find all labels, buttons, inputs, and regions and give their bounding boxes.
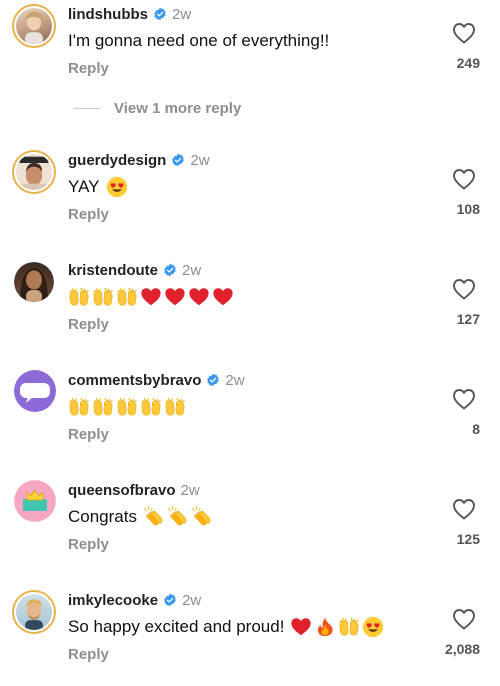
comment-text: Congrats bbox=[68, 505, 215, 529]
red-heart-emoji-icon bbox=[291, 618, 312, 636]
timestamp: 2w bbox=[180, 481, 200, 499]
username-link[interactable]: guerdydesign bbox=[68, 152, 166, 169]
heart-icon[interactable] bbox=[452, 278, 476, 300]
heart-icon[interactable] bbox=[452, 608, 476, 630]
raising-hands-emoji-icon bbox=[117, 397, 137, 416]
like-count: 127 bbox=[456, 311, 480, 327]
raising-hands-emoji-icon bbox=[93, 287, 113, 306]
comment-header: guerdydesign 2w bbox=[68, 150, 210, 170]
verified-badge-icon bbox=[164, 263, 176, 277]
verified-badge-icon bbox=[172, 153, 185, 167]
comment-item: guerdydesign 2w YAY Reply 108 bbox=[0, 146, 500, 246]
comment-item: commentsbybravo 2w Reply 8 bbox=[0, 366, 500, 466]
red-heart-emoji-icon bbox=[213, 288, 233, 306]
red-heart-emoji-icon bbox=[165, 288, 185, 306]
comment-header: commentsbybravo 2w bbox=[68, 370, 245, 390]
crown-logo-icon bbox=[14, 480, 56, 522]
verified-badge-icon bbox=[164, 593, 176, 607]
like-count: 8 bbox=[472, 421, 480, 437]
avatar[interactable] bbox=[12, 590, 56, 634]
raising-hands-emoji-icon bbox=[69, 287, 89, 306]
comment-text: YAY bbox=[68, 175, 130, 199]
comments-by-bravo-logo bbox=[14, 370, 56, 412]
avatar[interactable] bbox=[14, 480, 56, 522]
username-link[interactable]: lindshubbs bbox=[68, 6, 148, 23]
timestamp: 2w bbox=[182, 261, 202, 279]
like-count: 249 bbox=[456, 55, 480, 71]
raising-hands-emoji-icon bbox=[69, 397, 89, 416]
comment-text-content: I'm gonna need one of everything!! bbox=[68, 31, 330, 50]
avatar[interactable] bbox=[12, 150, 56, 194]
like-count: 125 bbox=[456, 531, 480, 547]
verified-badge-icon bbox=[207, 373, 220, 387]
comment-text: So happy excited and proud! bbox=[68, 615, 386, 639]
raising-hands-emoji-icon bbox=[141, 397, 161, 416]
raising-hands-emoji-icon bbox=[117, 287, 137, 306]
reply-button[interactable]: Reply bbox=[68, 316, 109, 333]
heart-icon[interactable] bbox=[452, 168, 476, 190]
reply-button[interactable]: Reply bbox=[68, 646, 109, 663]
clapping-hands-emoji-icon bbox=[144, 506, 163, 526]
comment-header: imkylecooke 2w bbox=[68, 590, 201, 610]
username-link[interactable]: kristendoute bbox=[68, 262, 158, 279]
comment-text-content: YAY bbox=[68, 177, 100, 196]
comment-text-content: So happy excited and proud! bbox=[68, 617, 285, 636]
comment-text bbox=[68, 395, 188, 419]
like-count: 2,088 bbox=[444, 641, 480, 657]
heart-eyes-emoji-icon bbox=[363, 616, 384, 638]
comment-item: kristendoute 2w Reply 127 bbox=[0, 256, 500, 356]
avatar[interactable] bbox=[14, 262, 54, 302]
timestamp: 2w bbox=[182, 591, 202, 609]
comment-text: I'm gonna need one of everything!! bbox=[68, 29, 329, 53]
comment-item: queensofbravo 2w Congrats Reply 125 bbox=[0, 476, 500, 576]
like-count: 108 bbox=[456, 201, 480, 217]
reply-button[interactable]: Reply bbox=[68, 536, 109, 553]
username-link[interactable]: imkylecooke bbox=[68, 592, 158, 609]
reply-button[interactable]: Reply bbox=[68, 60, 109, 77]
view-more-replies-label: View 1 more reply bbox=[114, 99, 242, 117]
comment-text-content: Congrats bbox=[68, 507, 137, 526]
comment-header: kristendoute 2w bbox=[68, 260, 201, 280]
fire-emoji-icon bbox=[318, 617, 333, 637]
heart-icon[interactable] bbox=[452, 388, 476, 410]
username-link[interactable]: commentsbybravo bbox=[68, 372, 201, 389]
heart-icon[interactable] bbox=[452, 22, 476, 44]
avatar[interactable] bbox=[12, 4, 56, 48]
red-heart-emoji-icon bbox=[141, 288, 161, 306]
comment-item: imkylecooke 2w So happy excited and prou… bbox=[0, 586, 500, 686]
raising-hands-emoji-icon bbox=[339, 617, 360, 636]
clapping-hands-emoji-icon bbox=[192, 506, 211, 526]
view-more-replies-button[interactable]: View 1 more reply bbox=[68, 97, 241, 119]
comment-header: queensofbravo 2w bbox=[68, 480, 200, 500]
timestamp: 2w bbox=[172, 5, 192, 23]
reply-button[interactable]: Reply bbox=[68, 426, 109, 443]
username-link[interactable]: queensofbravo bbox=[68, 482, 176, 499]
comment-item: lindshubbs 2w I'm gonna need one of ever… bbox=[0, 0, 500, 100]
divider bbox=[74, 107, 100, 109]
red-heart-emoji-icon bbox=[189, 288, 209, 306]
reply-button[interactable]: Reply bbox=[68, 206, 109, 223]
heart-icon[interactable] bbox=[452, 498, 476, 520]
clapping-hands-emoji-icon bbox=[168, 506, 187, 526]
verified-badge-icon bbox=[154, 7, 166, 21]
timestamp: 2w bbox=[190, 151, 210, 169]
timestamp: 2w bbox=[225, 371, 245, 389]
avatar[interactable] bbox=[14, 370, 56, 412]
heart-eyes-emoji-icon bbox=[106, 176, 127, 198]
comment-text bbox=[68, 285, 236, 309]
raising-hands-emoji-icon bbox=[93, 397, 113, 416]
raising-hands-emoji-icon bbox=[165, 397, 185, 416]
comment-header: lindshubbs 2w bbox=[68, 4, 191, 24]
